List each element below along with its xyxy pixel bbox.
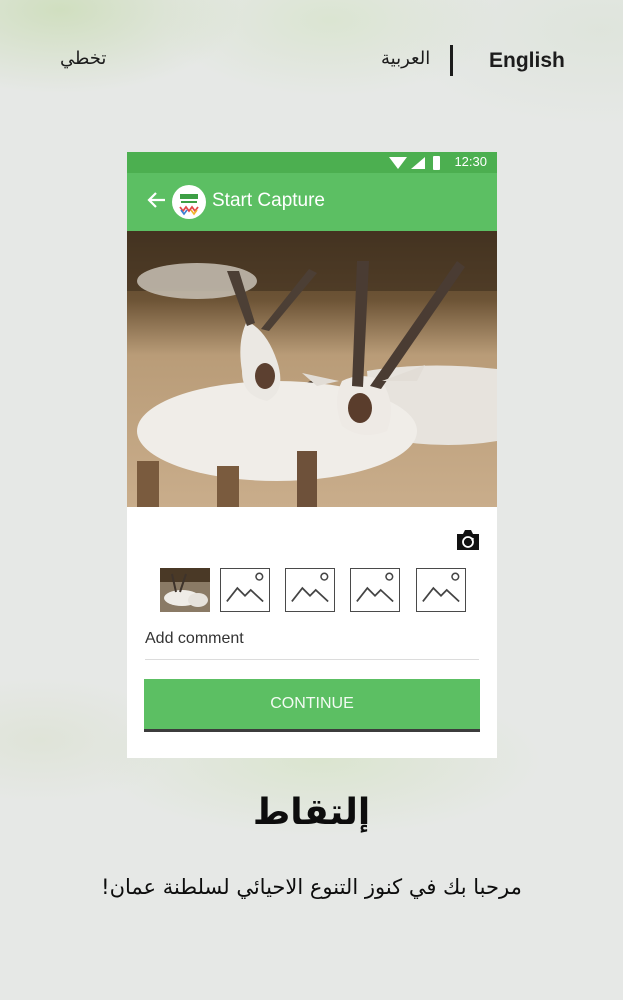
app-bar: Start Capture bbox=[127, 173, 497, 231]
language-separator bbox=[450, 45, 453, 76]
language-english[interactable]: English bbox=[489, 49, 565, 73]
app-logo bbox=[172, 185, 206, 219]
skip-button[interactable]: تخطي bbox=[60, 48, 106, 69]
continue-button[interactable]: CONTINUE bbox=[144, 679, 480, 732]
phone-mockup: 12:30 Start Capture Add comment CONTINUE bbox=[127, 152, 497, 758]
image-placeholder-icon[interactable] bbox=[416, 568, 466, 612]
back-arrow-icon[interactable] bbox=[147, 190, 167, 210]
status-time: 12:30 bbox=[454, 154, 487, 169]
camera-switch-icon[interactable] bbox=[455, 528, 481, 552]
oryx-photo bbox=[127, 231, 497, 507]
captured-thumbnail[interactable] bbox=[160, 568, 210, 612]
language-arabic[interactable]: العربية bbox=[381, 48, 430, 69]
comment-input[interactable]: Add comment bbox=[145, 628, 479, 660]
image-placeholder-icon[interactable] bbox=[220, 568, 270, 612]
status-icons bbox=[389, 156, 440, 170]
image-placeholder-icon[interactable] bbox=[285, 568, 335, 612]
status-bar: 12:30 bbox=[127, 152, 497, 173]
image-placeholder-icon[interactable] bbox=[350, 568, 400, 612]
page-headline: إلتقاط bbox=[252, 792, 371, 833]
app-title: Start Capture bbox=[212, 190, 325, 211]
welcome-text: مرحبا بك في كنوز التنوع الاحيائي لسلطنة … bbox=[101, 875, 522, 899]
